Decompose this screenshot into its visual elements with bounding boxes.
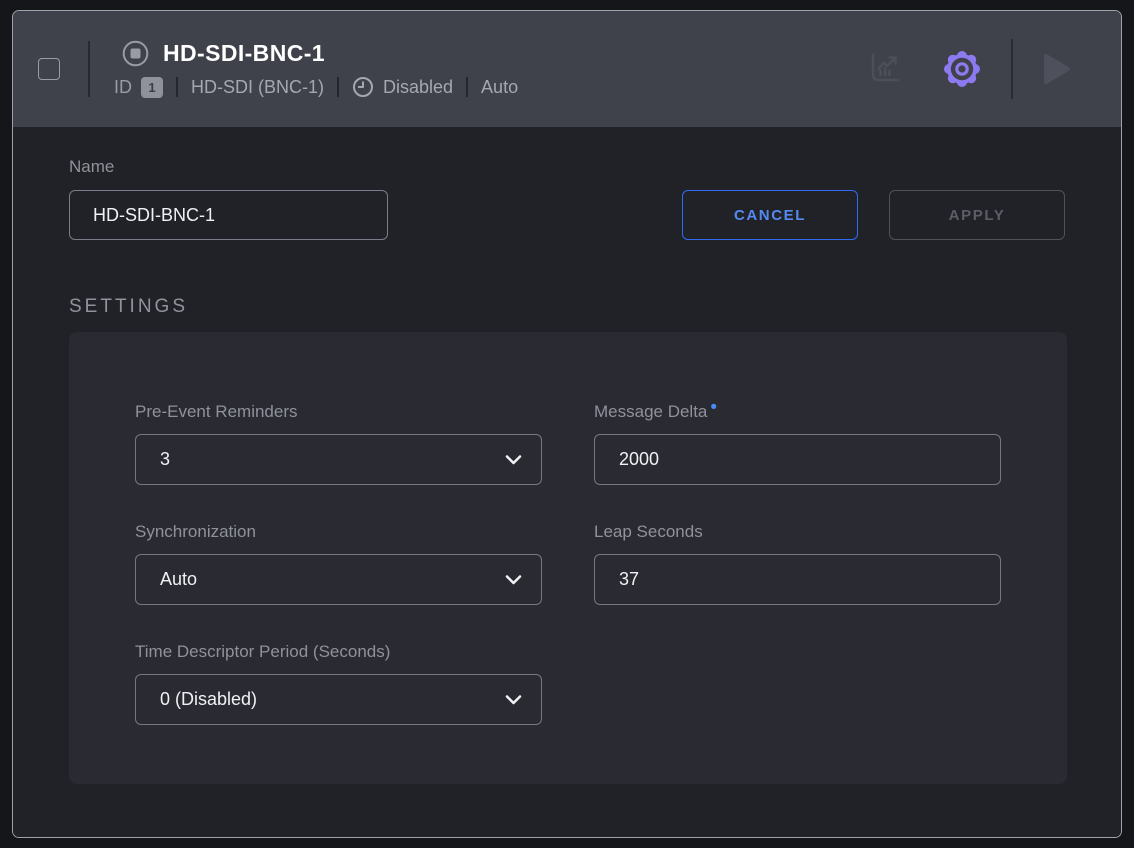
apply-button[interactable]: APPLY — [889, 190, 1065, 240]
settings-section-title: SETTINGS — [69, 296, 1065, 318]
clock-icon — [352, 76, 374, 98]
field-synchronization: Synchronization Auto — [135, 522, 542, 605]
name-input[interactable] — [69, 190, 388, 240]
settings-panel: Pre-Event Reminders 3 Message Delta • — [69, 332, 1067, 784]
field-leap-seconds: Leap Seconds — [594, 522, 1001, 605]
pre-event-reminders-value: 3 — [160, 449, 170, 470]
chevron-down-icon — [505, 689, 522, 710]
chevron-down-icon — [505, 569, 522, 590]
id-label: ID — [114, 77, 132, 98]
synchronization-value: Auto — [160, 569, 197, 590]
field-pre-event-reminders: Pre-Event Reminders 3 — [135, 402, 542, 485]
header-divider — [88, 41, 90, 97]
time-descriptor-period-select[interactable]: 0 (Disabled) — [135, 674, 542, 725]
time-descriptor-period-label: Time Descriptor Period (Seconds) — [135, 642, 390, 662]
mode-label: Auto — [481, 77, 518, 98]
field-message-delta: Message Delta • — [594, 402, 1001, 485]
synchronization-label: Synchronization — [135, 522, 256, 542]
leap-seconds-label: Leap Seconds — [594, 522, 703, 542]
leap-seconds-control — [594, 554, 1001, 605]
play-button[interactable] — [1041, 52, 1073, 86]
header-toolbar — [866, 39, 1073, 99]
meta-divider — [466, 77, 468, 97]
chart-icon — [866, 52, 903, 86]
select-device-checkbox[interactable] — [38, 58, 60, 80]
device-title: HD-SDI-BNC-1 — [163, 40, 325, 67]
page-background: HD-SDI-BNC-1 ID 1 HD-SDI (BNC-1) Disable… — [0, 0, 1134, 848]
pre-event-reminders-label: Pre-Event Reminders — [135, 402, 298, 422]
message-delta-input[interactable] — [619, 449, 976, 470]
name-label: Name — [69, 157, 388, 177]
time-descriptor-period-value: 0 (Disabled) — [160, 689, 257, 710]
stop-icon — [122, 40, 149, 67]
device-card-header: HD-SDI-BNC-1 ID 1 HD-SDI (BNC-1) Disable… — [13, 11, 1121, 127]
id-badge: 1 — [141, 77, 163, 98]
message-delta-control — [594, 434, 1001, 485]
meta-divider — [337, 77, 339, 97]
message-delta-label: Message Delta — [594, 402, 707, 422]
required-indicator: • — [710, 403, 717, 413]
field-time-descriptor-period: Time Descriptor Period (Seconds) 0 (Disa… — [135, 642, 542, 725]
chevron-down-icon — [505, 449, 522, 470]
settings-button[interactable] — [941, 48, 983, 90]
name-field: Name — [69, 157, 388, 240]
device-card: HD-SDI-BNC-1 ID 1 HD-SDI (BNC-1) Disable… — [12, 10, 1122, 838]
play-icon — [1041, 52, 1073, 86]
toolbar-divider — [1011, 39, 1013, 99]
pre-event-reminders-select[interactable]: 3 — [135, 434, 542, 485]
device-card-body: Name CANCEL APPLY SETTINGS Pre-Event Rem… — [13, 127, 1121, 837]
form-actions: CANCEL APPLY — [682, 190, 1065, 240]
name-row: Name CANCEL APPLY — [69, 157, 1065, 240]
leap-seconds-input[interactable] — [619, 569, 976, 590]
chart-button[interactable] — [866, 52, 903, 86]
schedule-status-label: Disabled — [383, 77, 453, 98]
synchronization-select[interactable]: Auto — [135, 554, 542, 605]
device-meta: ID 1 HD-SDI (BNC-1) Disabled Auto — [114, 76, 518, 98]
signal-type-label: HD-SDI (BNC-1) — [191, 77, 324, 98]
meta-divider — [176, 77, 178, 97]
gear-icon — [941, 48, 983, 90]
cancel-button[interactable]: CANCEL — [682, 190, 858, 240]
device-info: HD-SDI-BNC-1 ID 1 HD-SDI (BNC-1) Disable… — [114, 40, 518, 98]
